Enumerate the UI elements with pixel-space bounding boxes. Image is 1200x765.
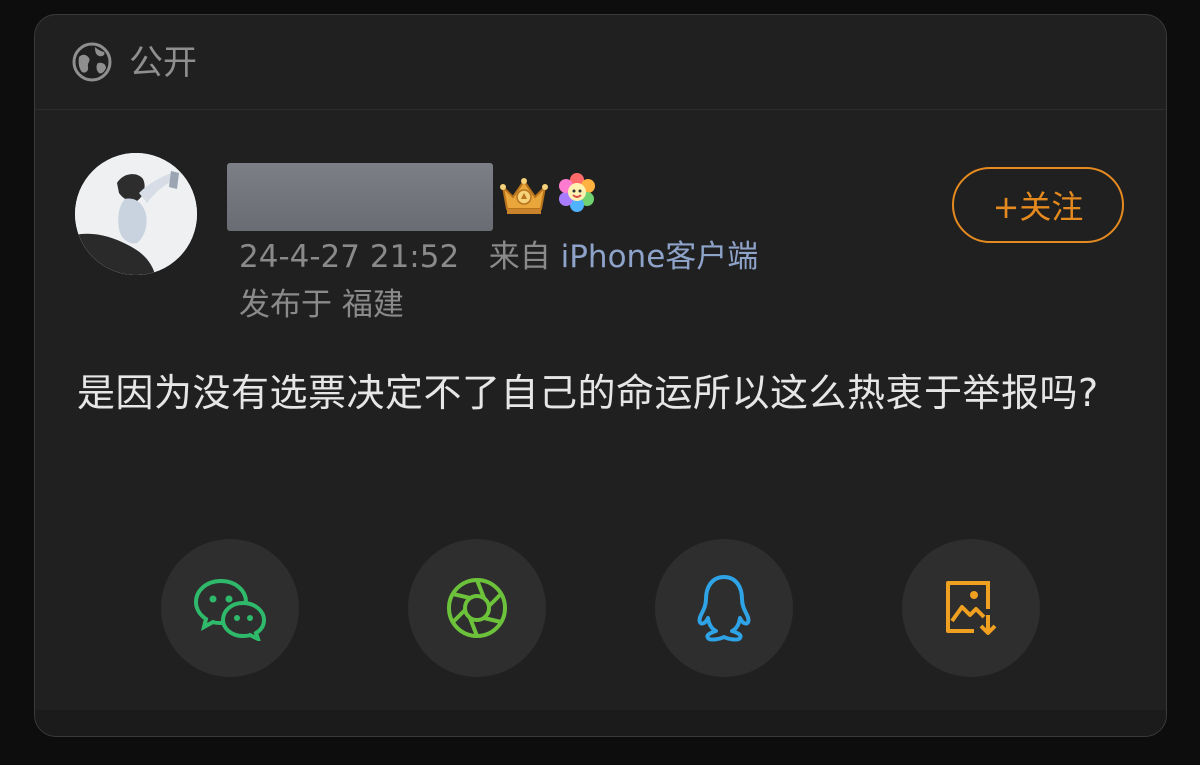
follow-button[interactable]: +关注 <box>952 167 1124 243</box>
save-image-icon <box>946 581 997 635</box>
card-footer <box>35 710 1166 736</box>
avatar-image <box>75 153 197 275</box>
post-location: 发布于 福建 <box>239 287 404 323</box>
qq-penguin-icon <box>697 575 751 642</box>
avatar[interactable] <box>75 153 197 275</box>
visibility-label: 公开 <box>129 43 197 83</box>
flower-badge-icon <box>559 173 595 212</box>
visibility-bar: 公开 <box>35 15 1166 110</box>
share-card: 公开 24-4-27 21:52 来自 iPhone客户端 发布于 福建 +关注… <box>34 14 1167 737</box>
post-meta: 24-4-27 21:52 来自 iPhone客户端 <box>239 235 758 279</box>
moments-aperture-icon <box>447 578 507 638</box>
moments-share-button[interactable] <box>408 539 546 677</box>
source-app-link[interactable]: iPhone客户端 <box>561 239 759 275</box>
post-timestamp: 24-4-27 21:52 <box>239 239 460 275</box>
source-prefix: 来自 <box>488 239 551 275</box>
save-image-button[interactable] <box>902 539 1040 677</box>
qq-share-button[interactable] <box>655 539 793 677</box>
crown-badge-icon <box>500 178 548 214</box>
post-body: 是因为没有选票决定不了自己的命运所以这么热衷于举报吗? <box>77 371 1099 415</box>
globe-icon <box>72 42 112 82</box>
wechat-icon <box>193 578 267 641</box>
username-redacted[interactable] <box>227 163 493 231</box>
wechat-share-button[interactable] <box>161 539 299 677</box>
share-options <box>161 539 1041 679</box>
